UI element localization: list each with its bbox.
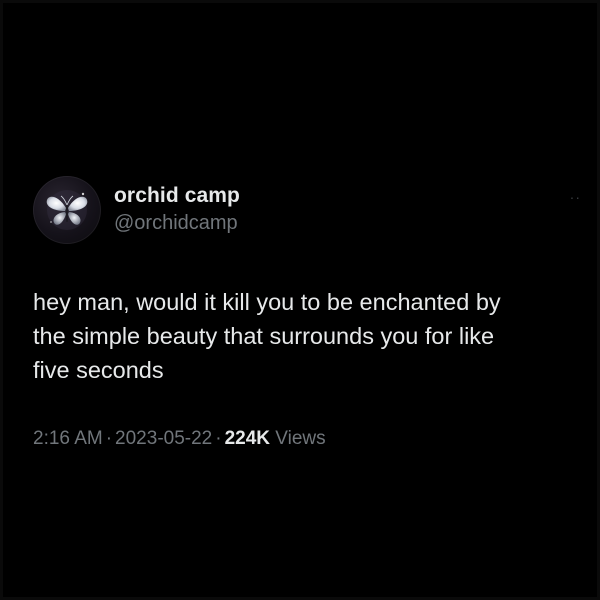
tweet-card[interactable]: orchid camp @orchidcamp ·· hey man, woul… bbox=[33, 172, 580, 450]
tweet-text: hey man, would it kill you to be enchant… bbox=[33, 289, 501, 383]
views-count[interactable]: 224K bbox=[225, 428, 270, 449]
tweet-time[interactable]: 2:16 AM bbox=[33, 428, 103, 449]
author-display-name[interactable]: orchid camp bbox=[114, 184, 240, 208]
butterfly-icon bbox=[46, 190, 88, 230]
separator: · bbox=[215, 428, 222, 449]
author-names: orchid camp @orchidcamp bbox=[114, 184, 240, 236]
separator: · bbox=[105, 428, 113, 449]
avatar[interactable] bbox=[33, 176, 101, 244]
author-handle[interactable]: @orchidcamp bbox=[114, 210, 240, 236]
views-label: Views bbox=[275, 428, 326, 449]
tweet-date[interactable]: 2023-05-22 bbox=[115, 428, 212, 449]
tweet-header: orchid camp @orchidcamp ·· bbox=[33, 172, 580, 252]
tweet-meta: 2:16 AM · 2023-05-22 · 224K Views bbox=[33, 428, 573, 450]
more-options-icon[interactable]: ·· bbox=[570, 190, 581, 204]
